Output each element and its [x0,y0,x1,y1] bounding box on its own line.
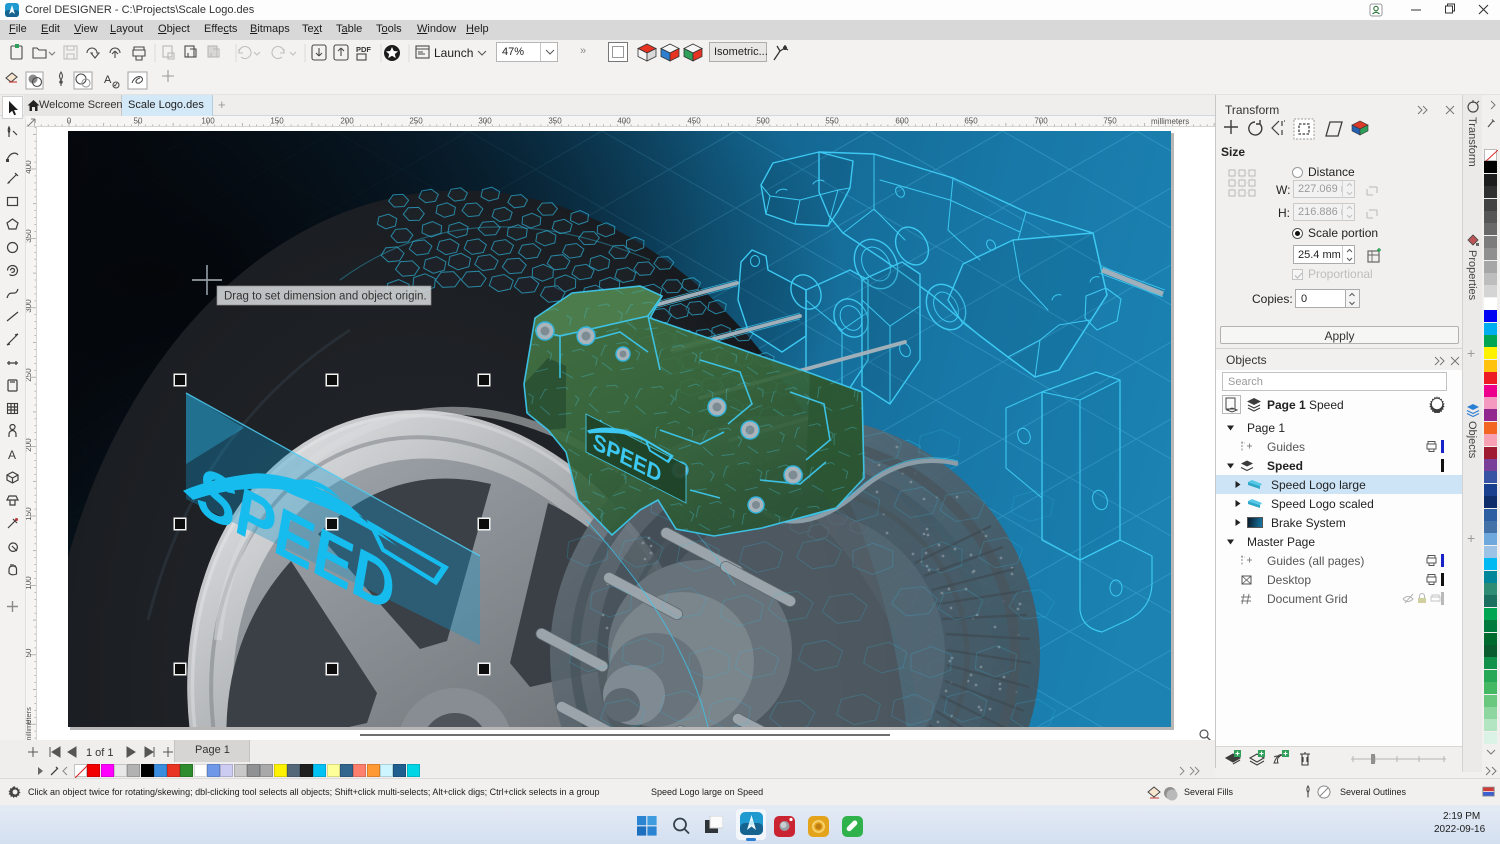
svg-text:500: 500 [756,117,770,126]
svg-text:750: 750 [1103,117,1117,126]
svg-text:100: 100 [201,117,215,126]
svg-text:200: 200 [340,117,354,126]
svg-text:200: 200 [26,438,33,452]
svg-text:1 of 1: 1 of 1 [86,747,114,759]
svg-text:0: 0 [67,117,72,126]
svg-text:PDF: PDF [356,45,371,54]
svg-text:150: 150 [26,507,33,521]
svg-text:250: 250 [409,117,423,126]
svg-text:600: 600 [895,117,909,126]
svg-text:Launch: Launch [434,46,473,60]
svg-text:250: 250 [26,368,33,382]
svg-text:350: 350 [26,229,33,243]
svg-text:300: 300 [26,299,33,313]
svg-text:550: 550 [825,117,839,126]
svg-text:150: 150 [270,117,284,126]
svg-text:100: 100 [26,576,33,590]
svg-text:700: 700 [1034,117,1048,126]
svg-text:650: 650 [964,117,978,126]
svg-text:A: A [104,74,112,86]
svg-text:millimeters: millimeters [1151,117,1189,126]
svg-text:300: 300 [478,117,492,126]
svg-text:450: 450 [687,117,701,126]
svg-text:350: 350 [548,117,562,126]
svg-text:400: 400 [26,160,33,174]
svg-text:Drag to set dimension and obje: Drag to set dimension and object origin. [224,291,427,303]
svg-text:A: A [8,448,16,462]
svg-text:400: 400 [617,117,631,126]
svg-text:50: 50 [26,648,33,657]
svg-text:50: 50 [134,117,143,126]
svg-text:millimeters: millimeters [26,707,33,740]
